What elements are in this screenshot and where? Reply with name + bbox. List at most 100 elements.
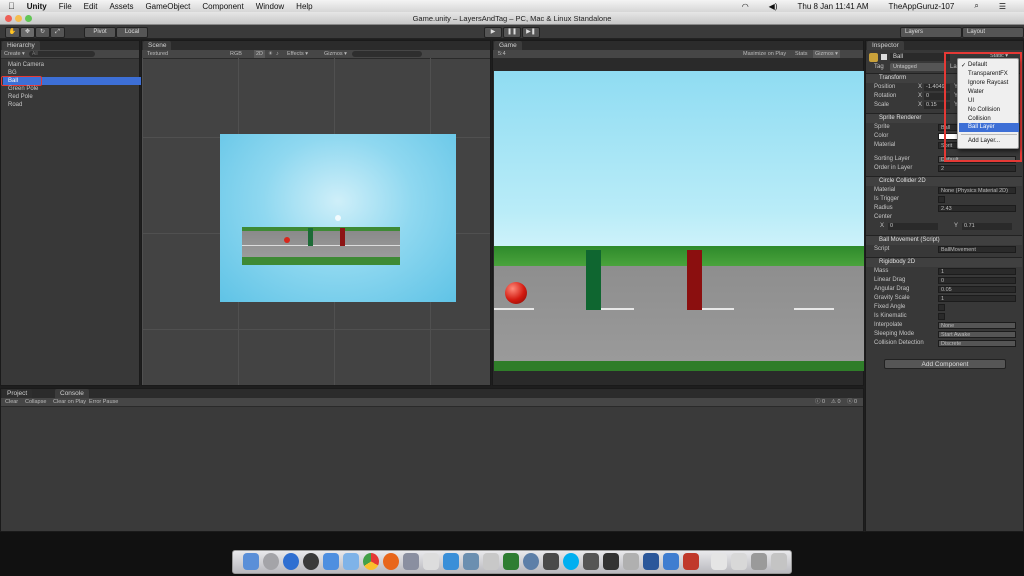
layer-option-ignore-raycast[interactable]: Ignore Raycast xyxy=(968,80,1008,86)
is-trigger-checkbox[interactable] xyxy=(938,196,945,203)
error-count-badge[interactable]: ⓧ 0 xyxy=(847,398,857,406)
layout-dropdown[interactable]: Layout xyxy=(962,27,1024,38)
layers-dropdown[interactable]: Layers xyxy=(900,27,962,38)
finder-icon[interactable] xyxy=(243,553,259,570)
shading-mode-dropdown[interactable]: Textured xyxy=(147,50,168,58)
list-icon[interactable]: ☰ xyxy=(999,2,1006,11)
game-gizmos-dropdown[interactable]: Gizmos ▾ xyxy=(813,50,840,58)
firefox-icon[interactable] xyxy=(383,553,399,570)
ball-movement-header[interactable]: Ball Movement (Script) xyxy=(866,235,1022,245)
safari-icon[interactable] xyxy=(283,553,299,570)
chrome-icon[interactable] xyxy=(363,553,379,570)
tab-inspector[interactable]: Inspector xyxy=(867,41,904,50)
skype-s-icon[interactable] xyxy=(443,553,459,570)
layer-option-no-collision[interactable]: No Collision xyxy=(968,107,1000,113)
scene-search-input[interactable] xyxy=(352,51,422,57)
scene-red-pole[interactable] xyxy=(340,228,345,246)
move-tool-icon[interactable]: ✥ xyxy=(20,27,35,38)
render-mode-dropdown[interactable]: RGB xyxy=(230,50,242,58)
menu-component[interactable]: Component xyxy=(202,2,243,11)
clear-button[interactable]: Clear xyxy=(5,398,18,406)
collapse-toggle[interactable]: Collapse xyxy=(25,398,46,406)
tag-dropdown[interactable]: Untagged xyxy=(890,63,946,71)
step-button-icon[interactable]: ▶❚ xyxy=(522,27,540,38)
pivot-toggle[interactable]: Pivot xyxy=(84,27,116,38)
network-icon[interactable] xyxy=(523,553,539,570)
audio-icon[interactable]: ♪ xyxy=(276,50,279,58)
local-toggle[interactable]: Local xyxy=(116,27,148,38)
clear-on-play-toggle[interactable]: Clear on Play xyxy=(53,398,86,406)
object-name-field[interactable]: Ball xyxy=(890,53,950,61)
hierarchy-item-green-pole[interactable]: Green Pole xyxy=(3,85,144,93)
interpolate-dropdown[interactable]: None xyxy=(938,322,1016,329)
2d-toggle[interactable]: 2D xyxy=(254,50,266,58)
angular-drag-field[interactable]: 0.05 xyxy=(938,286,1016,293)
menu-help[interactable]: Help xyxy=(296,2,312,11)
tab-console[interactable]: Console xyxy=(55,389,89,398)
unity-icon[interactable] xyxy=(583,553,599,570)
itunes-icon[interactable] xyxy=(323,553,339,570)
layer-option-collision[interactable]: Collision xyxy=(968,116,991,122)
apple-menu-icon[interactable]:  xyxy=(8,1,15,11)
sun-icon[interactable]: ☀ xyxy=(268,50,273,58)
rotate-tool-icon[interactable]: ↻ xyxy=(35,27,50,38)
gizmos-dropdown[interactable]: Gizmos ▾ xyxy=(324,50,347,58)
clock[interactable]: Thu 8 Jan 11:41 AM xyxy=(798,2,869,11)
folder-icon[interactable] xyxy=(751,553,767,570)
menu-file[interactable]: File xyxy=(59,2,72,11)
launchpad-icon[interactable] xyxy=(263,553,279,570)
play-button-icon[interactable]: ▶ xyxy=(484,27,502,38)
minimize-window-icon[interactable] xyxy=(15,15,22,22)
order-field[interactable]: 2 xyxy=(938,165,1016,172)
warning-count-badge[interactable]: ⚠ 0 xyxy=(831,398,841,406)
linear-drag-field[interactable]: 0 xyxy=(938,277,1016,284)
center-y-field[interactable]: 0.71 xyxy=(962,223,1012,230)
layer-option-transparentfx[interactable]: TransparentFX xyxy=(968,71,1008,77)
scale-tool-icon[interactable]: ⤢ xyxy=(50,27,65,38)
menu-window[interactable]: Window xyxy=(256,2,284,11)
rigidbody-header[interactable]: Rigidbody 2D xyxy=(866,257,1022,267)
pause-button-icon[interactable]: ❚❚ xyxy=(503,27,521,38)
hierarchy-item-main-camera[interactable]: Main Camera xyxy=(3,61,144,69)
trash-icon[interactable] xyxy=(771,553,787,570)
radius-field[interactable]: 2.43 xyxy=(938,205,1016,212)
add-layer-option[interactable]: Add Layer... xyxy=(968,138,1000,144)
gravity-field[interactable]: 1 xyxy=(938,295,1016,302)
kinematic-checkbox[interactable] xyxy=(938,313,945,320)
search-icon[interactable]: ⌕ xyxy=(974,1,978,11)
app-menu[interactable]: Unity xyxy=(27,2,47,11)
create-button[interactable]: Create ▾ xyxy=(4,50,25,58)
maximize-on-play-toggle[interactable]: Maximize on Play xyxy=(743,50,786,58)
volume-icon[interactable]: ◀) xyxy=(769,2,778,11)
tab-game[interactable]: Game xyxy=(494,41,522,50)
info-count-badge[interactable]: ⓘ 0 xyxy=(815,398,825,406)
hierarchy-item-red-pole[interactable]: Red Pole xyxy=(3,93,144,101)
mission-control-icon[interactable] xyxy=(303,553,319,570)
menu-edit[interactable]: Edit xyxy=(84,2,98,11)
wunderlist-icon[interactable] xyxy=(663,553,679,570)
layer-option-default[interactable]: Default xyxy=(968,62,987,68)
photos-icon[interactable] xyxy=(463,553,479,570)
utility-icon[interactable] xyxy=(483,553,499,570)
mass-field[interactable]: 1 xyxy=(938,268,1016,275)
calendar-icon[interactable] xyxy=(623,553,639,570)
error-pause-toggle[interactable]: Error Pause xyxy=(89,398,118,406)
script-field[interactable]: BallMovement xyxy=(938,246,1016,253)
layer-option-water[interactable]: Water xyxy=(968,89,984,95)
user-menu[interactable]: TheAppGuruz-107 xyxy=(889,2,955,11)
fixed-angle-checkbox[interactable] xyxy=(938,304,945,311)
zoom-window-icon[interactable] xyxy=(25,15,32,22)
scene-green-pole[interactable] xyxy=(308,228,313,246)
hierarchy-search-input[interactable] xyxy=(29,51,95,57)
stack-icon[interactable] xyxy=(711,553,727,570)
skype-icon[interactable] xyxy=(563,553,579,570)
downloads-icon[interactable] xyxy=(731,553,747,570)
hand-tool-icon[interactable]: ✋ xyxy=(5,27,20,38)
menu-assets[interactable]: Assets xyxy=(109,2,133,11)
scene-road[interactable] xyxy=(242,227,400,265)
tab-scene[interactable]: Scene xyxy=(143,41,172,50)
add-component-button[interactable]: Add Component xyxy=(884,359,1006,369)
scene-ball[interactable] xyxy=(284,237,290,243)
ppt-icon[interactable] xyxy=(683,553,699,570)
collision-dropdown[interactable]: Discrete xyxy=(938,340,1016,347)
